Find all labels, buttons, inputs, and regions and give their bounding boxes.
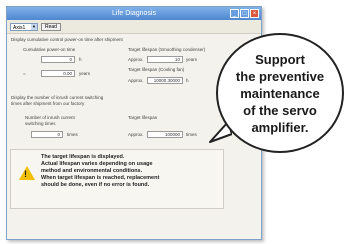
callout-line-1: Support xyxy=(255,51,305,67)
warning-line-5: should be done, even if no error is foun… xyxy=(41,182,150,188)
hours-unit: h xyxy=(79,57,82,62)
window-title: Life Diagnosis xyxy=(112,10,156,17)
warning-line-4: When target lifespan is reached, replace… xyxy=(41,175,160,181)
callout-bubble: Support the preventive maintenance of th… xyxy=(216,33,344,153)
warning-line-3: method and environmental conditions. xyxy=(41,168,143,174)
warning-exclamation-icon: ! xyxy=(24,169,27,179)
title-bar: Life Diagnosis _ □ × xyxy=(7,7,261,20)
axis-select-value: Axis1 xyxy=(13,24,26,31)
target-lifespan-label: Target lifespan (Smoothing condenser) xyxy=(128,47,206,52)
maximize-button[interactable]: □ xyxy=(240,9,249,18)
years-unit: years xyxy=(79,71,91,76)
toolbar: Axis1 ▼ Read xyxy=(7,20,261,34)
callout-line-2: the preventive xyxy=(235,68,325,84)
fan-lifespan-label: Target lifespan (Cooling fan) xyxy=(128,67,185,72)
cumulative-label: Cumulative power-on time xyxy=(23,47,76,52)
warning-line-1: The target lifespan is displayed. xyxy=(41,154,125,160)
warning-icon xyxy=(19,166,35,180)
callout-line-5: amplifier. xyxy=(251,119,309,135)
read-button[interactable]: Read xyxy=(41,22,61,31)
inrush-heading: Display the number of inrush current swi… xyxy=(11,95,104,106)
inrush-target-field: 100000 xyxy=(147,131,183,138)
target-years-unit: years xyxy=(186,57,198,62)
axis-select[interactable]: Axis1 ▼ xyxy=(10,22,38,31)
inrush-target-unit: times xyxy=(186,132,197,137)
chevron-down-icon: ▼ xyxy=(31,23,37,30)
hours-field: 0 xyxy=(41,56,75,63)
window-controls: _ □ × xyxy=(230,9,259,18)
fan-hours-unit: h xyxy=(186,78,189,83)
inrush-target-label: Target lifespan xyxy=(128,115,158,120)
approx-label-1: Approx. xyxy=(128,57,144,62)
inrush-count-label: Number of inrush current switching times xyxy=(25,115,75,126)
cumulative-heading: Display cumulative control power-on time… xyxy=(11,37,123,42)
fan-hours-field: 10000.30000 xyxy=(147,77,183,84)
warning-box: ! The target lifespan is displayed. Actu… xyxy=(10,149,224,209)
inrush-count-unit: times xyxy=(67,132,78,137)
inrush-approx-label: Approx. xyxy=(128,132,144,137)
callout-text: Support the preventive maintenance of th… xyxy=(236,51,324,136)
minimize-button[interactable]: _ xyxy=(230,9,239,18)
callout-line-3: maintenance xyxy=(240,85,320,101)
warning-text: The target lifespan is displayed. Actual… xyxy=(41,154,221,189)
inrush-count-field: 0 xyxy=(31,131,63,138)
years-field: 0.00 xyxy=(41,70,75,77)
approx-label-2: Approx. xyxy=(128,78,144,83)
callout-line-4: of the servo xyxy=(243,102,317,118)
target-years-field: 10 xyxy=(147,56,183,63)
equals-sign: = xyxy=(23,71,26,76)
warning-line-2: Actual lifespan varies depending on usag… xyxy=(41,161,153,167)
close-button[interactable]: × xyxy=(250,9,259,18)
